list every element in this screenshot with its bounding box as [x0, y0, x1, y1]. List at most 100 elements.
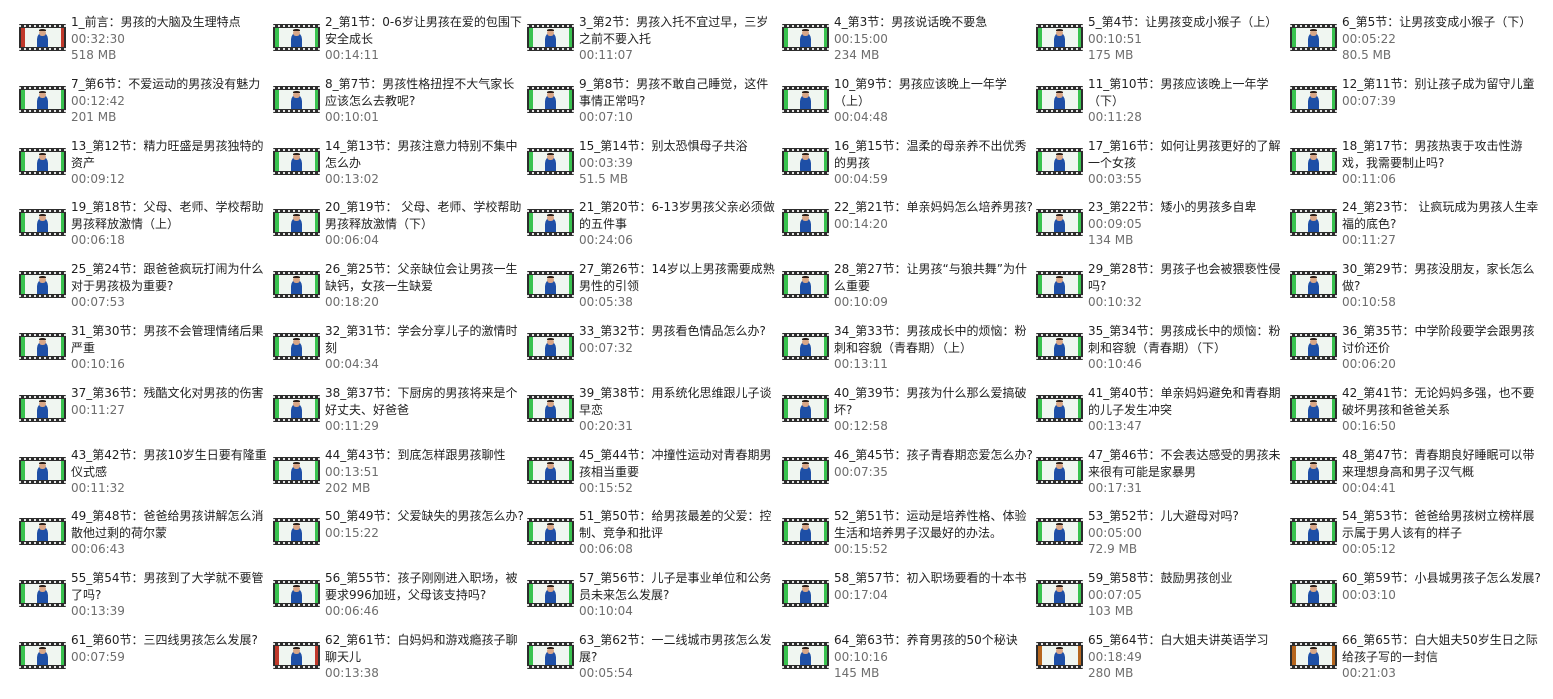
video-file-item[interactable]: 25_第24节：跟爸爸疯玩打闹为什么对于男孩极为重要? 00:07:53 — [19, 261, 273, 323]
video-file-item[interactable]: 9_第8节：男孩不敢自己睡觉，这件事情正常吗? 00:07:10 — [527, 76, 781, 138]
video-file-item[interactable]: 30_第29节：男孩没朋友，家长怎么做? 00:10:58 — [1290, 261, 1544, 323]
video-file-item[interactable]: 14_第13节：男孩注意力特别不集中怎么办 00:13:02 — [273, 138, 527, 200]
video-file-item[interactable]: 31_第30节：男孩不会管理情绪后果严重 00:10:16 — [19, 323, 273, 385]
video-file-item[interactable]: 66_第65节：白大姐夫50岁生日之际给孩子写的一封信 00:21:03 — [1290, 632, 1544, 694]
file-duration: 00:05:22 — [1342, 31, 1396, 46]
file-size: 280 MB — [1088, 666, 1134, 680]
video-file-item[interactable]: 17_第16节：如何让男孩更好的了解一个女孩 00:03:55 — [1036, 138, 1290, 200]
file-duration: 00:17:04 — [834, 587, 888, 602]
video-thumbnail-icon — [527, 86, 574, 113]
video-file-item[interactable]: 57_第56节：儿子是事业单位和公务员未来怎么发展? 00:10:04 — [527, 570, 781, 632]
file-info: 63_第62节：一二线城市男孩怎么发展? 00:05:54 — [579, 632, 779, 682]
file-info: 2_第1节：0-6岁让男孩在爱的包围下安全成长 00:14:11 — [325, 14, 525, 64]
video-file-item[interactable]: 22_第21节：单亲妈妈怎么培养男孩? 00:14:20 — [782, 199, 1036, 261]
video-file-item[interactable]: 5_第4节：让男孩变成小猴子（上） 00:10:51 175 MB — [1036, 14, 1290, 76]
video-file-item[interactable]: 58_第57节：初入职场要看的十本书 00:17:04 — [782, 570, 1036, 632]
video-thumbnail-icon — [1290, 148, 1337, 175]
video-thumbnail-icon — [273, 518, 320, 545]
video-file-item[interactable]: 51_第50节：给男孩最差的父爱：控制、竞争和批评 00:06:08 — [527, 508, 781, 570]
video-file-item[interactable]: 2_第1节：0-6岁让男孩在爱的包围下安全成长 00:14:11 — [273, 14, 527, 76]
file-info: 32_第31节：学会分享儿子的激情时刻 00:04:34 — [325, 323, 525, 373]
video-file-item[interactable]: 53_第52节：儿大避母对吗? 00:05:00 72.9 MB — [1036, 508, 1290, 570]
file-info: 60_第59节：小县城男孩子怎么发展? 00:03:10 — [1342, 570, 1542, 603]
video-file-item[interactable]: 8_第7节：男孩性格扭捏不大气家长应该怎么去教呢? 00:10:01 — [273, 76, 527, 138]
video-thumbnail-icon — [19, 642, 66, 669]
video-file-item[interactable]: 21_第20节：6-13岁男孩父亲必须做的五件事 00:24:06 — [527, 199, 781, 261]
video-file-item[interactable]: 56_第55节：孩子刚刚进入职场，被要求996加班，父母该支持吗? 00:06:4… — [273, 570, 527, 632]
video-file-item[interactable]: 26_第25节：父亲缺位会让男孩一生缺钙，女孩一生缺爱 00:18:20 — [273, 261, 527, 323]
video-file-item[interactable]: 64_第63节：养育男孩的50个秘诀 00:10:16 145 MB — [782, 632, 1036, 694]
video-file-item[interactable]: 50_第49节：父爱缺失的男孩怎么办? 00:15:22 — [273, 508, 527, 570]
file-name: 16_第15节：温柔的母亲养不出优秀的男孩 — [834, 139, 1027, 170]
video-thumbnail-icon — [782, 580, 829, 607]
file-duration: 00:07:35 — [834, 464, 888, 479]
video-file-item[interactable]: 41_第40节：单亲妈妈避免和青春期的儿子发生冲突 00:13:47 — [1036, 385, 1290, 447]
video-file-item[interactable]: 35_第34节：男孩成长中的烦恼：粉刺和容貌（青春期）（下） 00:10:46 — [1036, 323, 1290, 385]
video-file-item[interactable]: 39_第38节：用系统化思维跟儿子谈早恋 00:20:31 — [527, 385, 781, 447]
video-file-item[interactable]: 24_第23节： 让疯玩成为男孩人生幸福的底色? 00:11:27 — [1290, 199, 1544, 261]
file-info: 22_第21节：单亲妈妈怎么培养男孩? 00:14:20 — [834, 199, 1034, 232]
video-file-item[interactable]: 43_第42节：男孩10岁生日要有隆重仪式感 00:11:32 — [19, 447, 273, 509]
file-duration: 00:09:05 — [1088, 216, 1142, 231]
video-file-item[interactable]: 45_第44节：冲撞性运动对青春期男孩相当重要 00:15:52 — [527, 447, 781, 509]
file-info: 54_第53节：爸爸给男孩树立榜样展示属于男人该有的样子 00:05:12 — [1342, 508, 1542, 558]
video-file-item[interactable]: 16_第15节：温柔的母亲养不出优秀的男孩 00:04:59 — [782, 138, 1036, 200]
file-duration: 00:15:00 — [834, 31, 888, 46]
video-file-item[interactable]: 42_第41节：无论妈妈多强，也不要破坏男孩和爸爸关系 00:16:50 — [1290, 385, 1544, 447]
video-thumbnail-icon — [1290, 24, 1337, 51]
video-file-item[interactable]: 33_第32节：男孩看色情品怎么办? 00:07:32 — [527, 323, 781, 385]
video-thumbnail-icon — [1290, 457, 1337, 484]
video-file-item[interactable]: 49_第48节：爸爸给男孩讲解怎么消散他过剩的荷尔蒙 00:06:43 — [19, 508, 273, 570]
video-file-item[interactable]: 54_第53节：爸爸给男孩树立榜样展示属于男人该有的样子 00:05:12 — [1290, 508, 1544, 570]
file-info: 6_第5节：让男孩变成小猴子（下） 00:05:22 80.5 MB — [1342, 14, 1542, 64]
video-file-item[interactable]: 15_第14节：别太恐惧母子共浴 00:03:39 51.5 MB — [527, 138, 781, 200]
file-info: 15_第14节：别太恐惧母子共浴 00:03:39 51.5 MB — [579, 138, 779, 188]
file-duration: 00:10:58 — [1342, 295, 1396, 309]
video-file-item[interactable]: 19_第18节：父母、老师、学校帮助男孩释放激情（上） 00:06:18 — [19, 199, 273, 261]
file-name: 8_第7节：男孩性格扭捏不大气家长应该怎么去教呢? — [325, 77, 515, 108]
video-file-item[interactable]: 62_第61节：白妈妈和游戏瘾孩子聊聊天儿 00:13:38 — [273, 632, 527, 694]
video-file-item[interactable]: 18_第17节：男孩热衷于攻击性游戏，我需要制止吗? 00:11:06 — [1290, 138, 1544, 200]
video-file-item[interactable]: 61_第60节：三四线男孩怎么发展? 00:07:59 — [19, 632, 273, 694]
file-name: 64_第63节：养育男孩的50个秘诀 — [834, 633, 1018, 647]
video-file-item[interactable]: 10_第9节：男孩应该晚上一年学（上） 00:04:48 — [782, 76, 1036, 138]
video-file-item[interactable]: 13_第12节：精力旺盛是男孩独特的资产 00:09:12 — [19, 138, 273, 200]
video-file-item[interactable]: 36_第35节：中学阶段要学会跟男孩讨价还价 00:06:20 — [1290, 323, 1544, 385]
file-duration: 00:05:12 — [1342, 542, 1396, 556]
video-thumbnail-icon — [273, 271, 320, 298]
video-file-item[interactable]: 7_第6节：不爱运动的男孩没有魅力 00:12:42 201 MB — [19, 76, 273, 138]
file-name: 20_第19节： 父母、老师、学校帮助男孩释放激情（下） — [325, 200, 522, 231]
video-file-item[interactable]: 60_第59节：小县城男孩子怎么发展? 00:03:10 — [1290, 570, 1544, 632]
video-file-item[interactable]: 40_第39节：男孩为什么那么爱搞破坏? 00:12:58 — [782, 385, 1036, 447]
video-file-item[interactable]: 48_第47节：青春期良好睡眠可以带来理想身高和男子汉气概 00:04:41 — [1290, 447, 1544, 509]
video-file-item[interactable]: 63_第62节：一二线城市男孩怎么发展? 00:05:54 — [527, 632, 781, 694]
video-file-item[interactable]: 1_前言：男孩的大脑及生理特点 00:32:30 518 MB — [19, 14, 273, 76]
video-file-item[interactable]: 44_第43节：到底怎样跟男孩聊性 00:13:51 202 MB — [273, 447, 527, 509]
video-file-item[interactable]: 59_第58节：鼓励男孩创业 00:07:05 103 MB — [1036, 570, 1290, 632]
video-file-item[interactable]: 52_第51节：运动是培养性格、体验生活和培养男子汉最好的办法。 00:15:52 — [782, 508, 1036, 570]
video-file-item[interactable]: 32_第31节：学会分享儿子的激情时刻 00:04:34 — [273, 323, 527, 385]
file-duration: 00:18:49 — [1088, 649, 1142, 664]
video-file-item[interactable]: 65_第64节：白大姐夫讲英语学习 00:18:49 280 MB — [1036, 632, 1290, 694]
video-file-item[interactable]: 11_第10节：男孩应该晚上一年学（下） 00:11:28 — [1036, 76, 1290, 138]
video-file-item[interactable]: 37_第36节：残酷文化对男孩的伤害 00:11:27 — [19, 385, 273, 447]
video-file-item[interactable]: 12_第11节：别让孩子成为留守儿童 00:07:39 — [1290, 76, 1544, 138]
video-file-item[interactable]: 55_第54节：男孩到了大学就不要管了吗? 00:13:39 — [19, 570, 273, 632]
video-file-item[interactable]: 27_第26节：14岁以上男孩需要成熟男性的引领 00:05:38 — [527, 261, 781, 323]
video-file-item[interactable]: 28_第27节：让男孩“与狼共舞”为什么重要 00:10:09 — [782, 261, 1036, 323]
file-name: 23_第22节：矮小的男孩多自卑 — [1088, 200, 1257, 214]
video-file-item[interactable]: 20_第19节： 父母、老师、学校帮助男孩释放激情（下） 00:06:04 — [273, 199, 527, 261]
video-file-item[interactable]: 34_第33节：男孩成长中的烦恼：粉刺和容貌（青春期）（上） 00:13:11 — [782, 323, 1036, 385]
file-name: 54_第53节：爸爸给男孩树立榜样展示属于男人该有的样子 — [1342, 509, 1535, 540]
file-info: 59_第58节：鼓励男孩创业 00:07:05 103 MB — [1088, 570, 1288, 620]
file-size: 234 MB — [834, 48, 880, 62]
video-file-item[interactable]: 4_第3节：男孩说话晚不要急 00:15:00 234 MB — [782, 14, 1036, 76]
video-file-item[interactable]: 38_第37节：下厨房的男孩将来是个好丈夫、好爸爸 00:11:29 — [273, 385, 527, 447]
video-file-item[interactable]: 3_第2节：男孩入托不宜过早，三岁之前不要入托 00:11:07 — [527, 14, 781, 76]
video-file-item[interactable]: 23_第22节：矮小的男孩多自卑 00:09:05 134 MB — [1036, 199, 1290, 261]
video-file-item[interactable]: 46_第45节：孩子青春期恋爱怎么办? 00:07:35 — [782, 447, 1036, 509]
video-file-item[interactable]: 6_第5节：让男孩变成小猴子（下） 00:05:22 80.5 MB — [1290, 14, 1544, 76]
video-file-item[interactable]: 47_第46节：不会表达感受的男孩未来很有可能是家暴男 00:17:31 — [1036, 447, 1290, 509]
file-name: 15_第14节：别太恐惧母子共浴 — [579, 139, 748, 153]
video-file-item[interactable]: 29_第28节：男孩子也会被猥亵性侵吗? 00:10:32 — [1036, 261, 1290, 323]
